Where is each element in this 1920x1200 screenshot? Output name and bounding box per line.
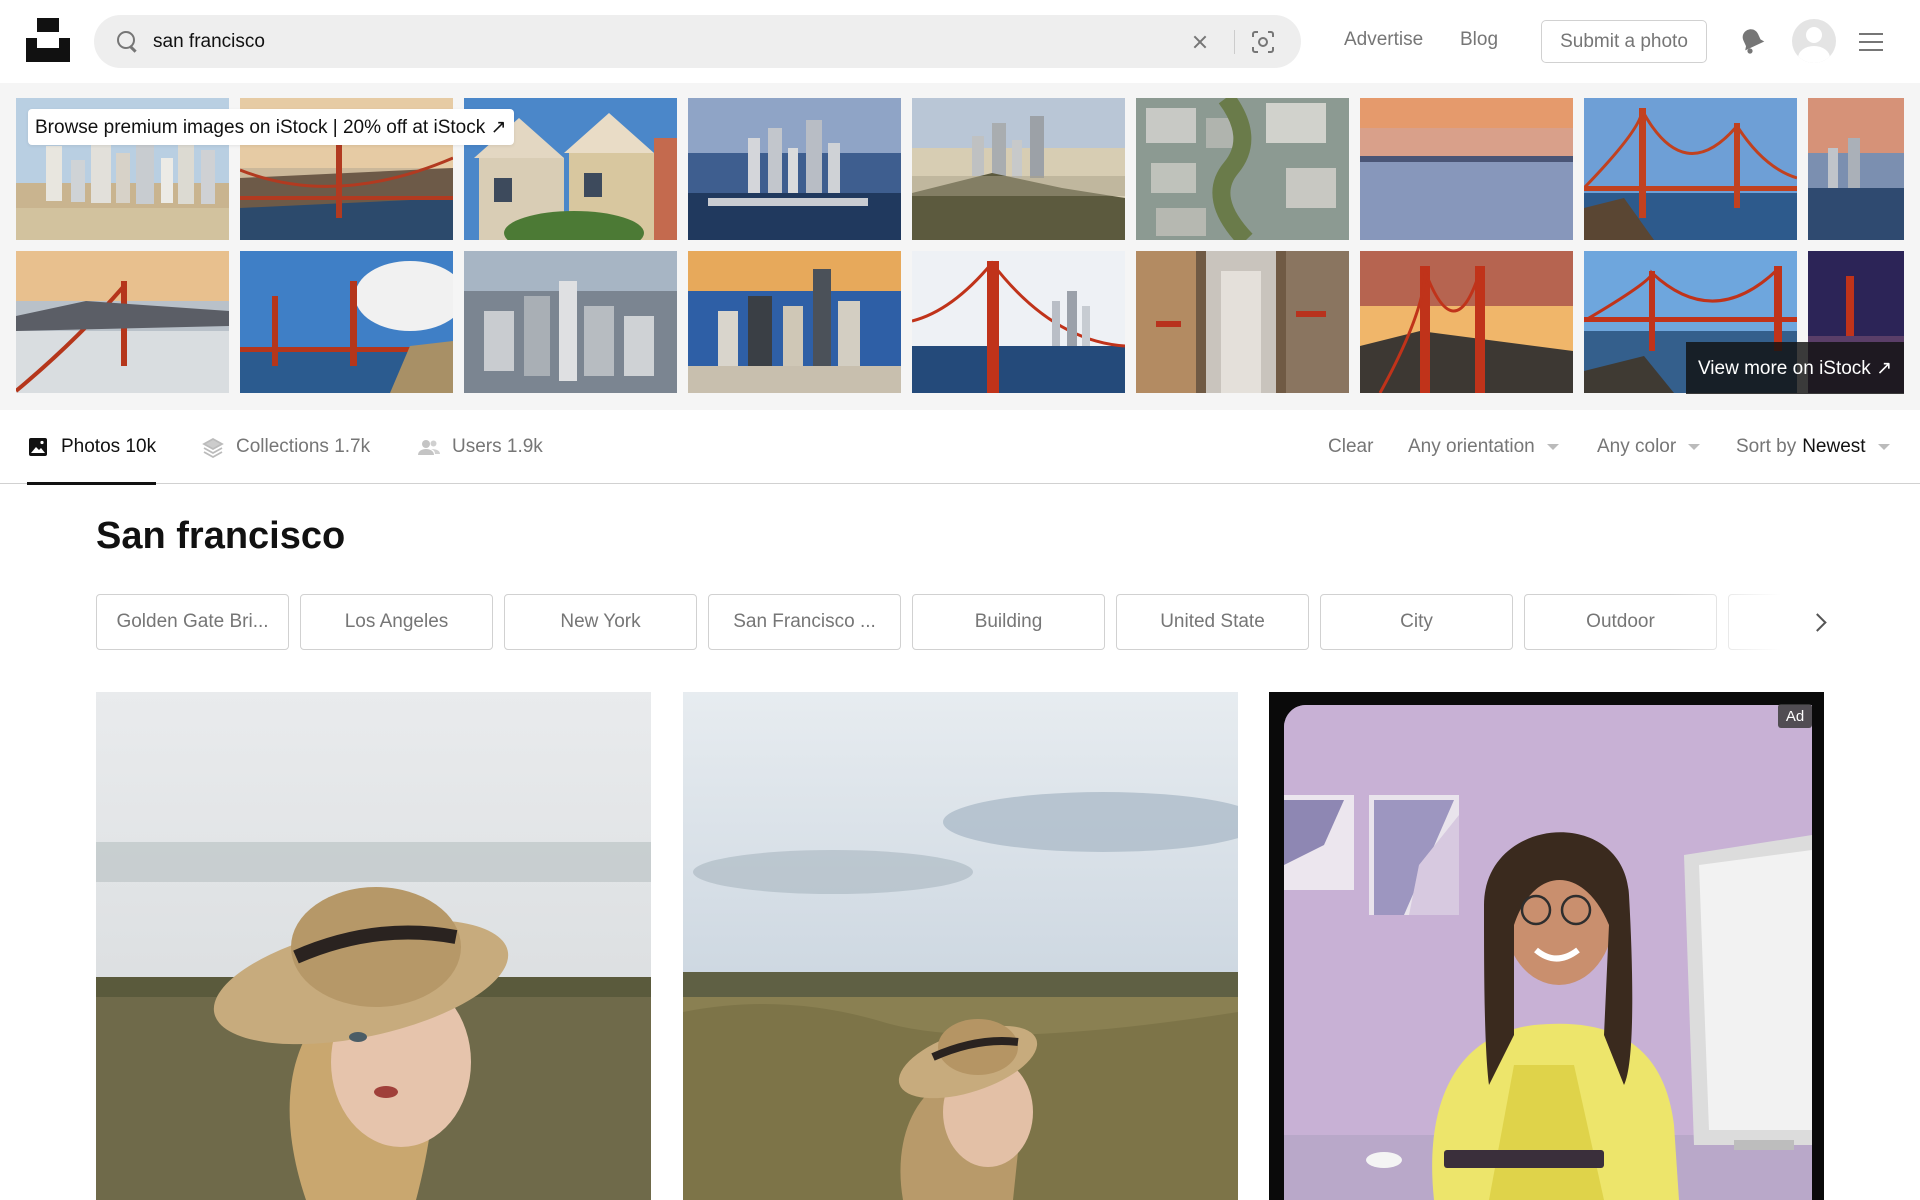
sort-value: Newest bbox=[1802, 436, 1866, 457]
sort-dropdown[interactable]: Sort by Newest bbox=[1736, 410, 1890, 484]
tab-users[interactable]: Users 1.9k bbox=[418, 410, 543, 484]
chevron-down-icon bbox=[1688, 444, 1701, 450]
tab-label: Users 1.9k bbox=[452, 436, 543, 457]
istock-image[interactable] bbox=[1136, 98, 1349, 240]
search-divider bbox=[1234, 30, 1235, 54]
istock-image[interactable] bbox=[16, 251, 229, 393]
visual-search-icon[interactable] bbox=[1250, 29, 1276, 55]
tab-label: Photos 10k bbox=[61, 436, 157, 457]
istock-image[interactable] bbox=[464, 251, 677, 393]
photo-card[interactable] bbox=[96, 692, 651, 1200]
submit-photo-button[interactable]: Submit a photo bbox=[1541, 20, 1707, 63]
clear-label: Clear bbox=[1328, 436, 1374, 457]
users-icon bbox=[418, 436, 440, 458]
related-search-chip[interactable]: Golden Gate Bri... bbox=[96, 594, 289, 650]
chevron-right-icon[interactable] bbox=[1808, 610, 1830, 634]
search-input[interactable] bbox=[153, 29, 1053, 55]
orientation-dropdown[interactable]: Any orientation bbox=[1408, 410, 1559, 484]
ad-image[interactable] bbox=[1284, 705, 1812, 1200]
istock-image[interactable] bbox=[912, 98, 1125, 240]
orientation-label: Any orientation bbox=[1408, 436, 1535, 457]
notifications-bell-icon[interactable] bbox=[1738, 26, 1766, 56]
related-search-chip[interactable]: New York bbox=[504, 594, 697, 650]
istock-image[interactable] bbox=[1360, 98, 1573, 240]
related-search-chip[interactable]: Building bbox=[912, 594, 1105, 650]
ad-badge: Ad bbox=[1778, 704, 1812, 728]
collections-icon bbox=[202, 436, 224, 459]
istock-image[interactable] bbox=[1808, 98, 1904, 240]
istock-image[interactable] bbox=[688, 251, 901, 393]
unsplash-logo[interactable] bbox=[26, 18, 70, 62]
chevron-down-icon bbox=[1546, 444, 1559, 450]
search-tabs-bar: Photos 10k Collections 1.7k Users 1.9k C… bbox=[0, 410, 1920, 485]
user-avatar[interactable] bbox=[1792, 19, 1836, 63]
tab-label: Collections 1.7k bbox=[236, 436, 371, 457]
tab-collections[interactable]: Collections 1.7k bbox=[202, 410, 370, 484]
ad-card[interactable] bbox=[1269, 692, 1824, 1200]
istock-image[interactable] bbox=[912, 251, 1125, 393]
istock-image[interactable] bbox=[1136, 251, 1349, 393]
color-label: Any color bbox=[1597, 436, 1677, 457]
chevron-down-icon bbox=[1877, 444, 1890, 450]
search-bar bbox=[94, 15, 1301, 68]
clear-filters-button[interactable]: Clear bbox=[1328, 410, 1373, 484]
related-search-chip[interactable]: Los Angeles bbox=[300, 594, 493, 650]
istock-image[interactable] bbox=[688, 98, 901, 240]
blog-link[interactable]: Blog bbox=[1460, 29, 1498, 51]
istock-image[interactable] bbox=[1584, 98, 1797, 240]
tab-photos[interactable]: Photos 10k bbox=[27, 410, 157, 485]
color-dropdown[interactable]: Any color bbox=[1597, 410, 1701, 484]
related-search-chip[interactable]: City bbox=[1320, 594, 1513, 650]
page-title: San francisco bbox=[96, 515, 346, 557]
hamburger-menu-icon[interactable] bbox=[1859, 33, 1883, 52]
sort-prefix: Sort by bbox=[1736, 436, 1797, 457]
istock-image[interactable] bbox=[240, 251, 453, 393]
advertise-link[interactable]: Advertise bbox=[1344, 29, 1423, 51]
search-icon[interactable] bbox=[116, 30, 140, 54]
view-more-istock-button[interactable]: View more on iStock ↗ bbox=[1686, 342, 1904, 394]
clear-search-icon[interactable] bbox=[1188, 30, 1212, 54]
istock-image[interactable] bbox=[1360, 251, 1573, 393]
related-search-chip[interactable]: United State bbox=[1116, 594, 1309, 650]
top-header: Advertise Blog Submit a photo bbox=[0, 0, 1920, 83]
related-search-chip[interactable]: San Francisco ... bbox=[708, 594, 901, 650]
istock-promo-banner[interactable]: Browse premium images on iStock | 20% of… bbox=[28, 109, 515, 145]
photo-icon bbox=[27, 436, 49, 458]
photo-card[interactable] bbox=[683, 692, 1238, 1200]
